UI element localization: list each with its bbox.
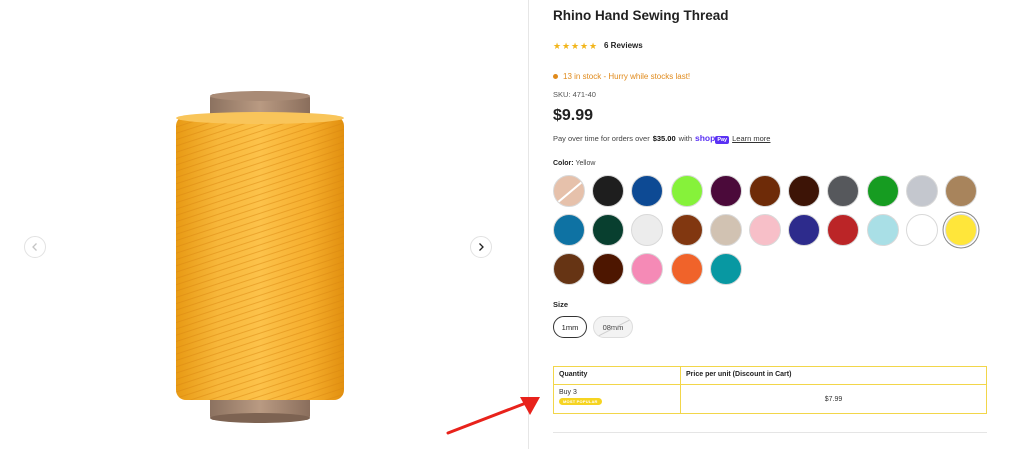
- color-swatch[interactable]: [671, 214, 703, 246]
- quantity-discount-table: Quantity Price per unit (Discount in Car…: [553, 366, 987, 414]
- star-icon: ★: [553, 40, 562, 51]
- stock-status: 13 in stock - Hurry while stocks last!: [553, 72, 690, 81]
- stock-dot-icon: [553, 74, 558, 79]
- color-swatch[interactable]: [749, 214, 781, 246]
- color-swatch[interactable]: [553, 253, 585, 285]
- color-swatch[interactable]: [631, 253, 663, 285]
- color-swatch[interactable]: [592, 175, 624, 207]
- color-swatch[interactable]: [553, 175, 585, 207]
- color-swatch[interactable]: [710, 214, 742, 246]
- color-swatch[interactable]: [867, 214, 899, 246]
- header-quantity: Quantity: [554, 367, 681, 384]
- color-swatch[interactable]: [592, 214, 624, 246]
- star-icon: ★: [562, 40, 571, 51]
- star-rating: ★ ★ ★ ★ ★: [553, 40, 598, 51]
- annotation-arrow-icon: [446, 397, 540, 435]
- color-swatch[interactable]: [827, 214, 859, 246]
- cell-price: $7.99: [824, 395, 843, 403]
- size-option-08mm[interactable]: 08mm: [593, 316, 633, 338]
- product-title: Rhino Hand Sewing Thread: [553, 8, 729, 23]
- sku: SKU: 471-40: [553, 90, 596, 99]
- star-icon: ★: [580, 40, 589, 51]
- column-divider: [528, 0, 529, 449]
- star-icon: ★: [589, 40, 598, 51]
- most-popular-badge: MOST POPULAR: [559, 398, 602, 405]
- shop-logo-text: shop: [695, 133, 716, 143]
- price: $9.99: [553, 107, 594, 124]
- color-swatch[interactable]: [788, 175, 820, 207]
- table-header-row: Quantity Price per unit (Discount in Car…: [554, 367, 986, 385]
- header-price: Price per unit (Discount in Cart): [686, 371, 792, 378]
- pay-badge: Pay: [715, 136, 730, 144]
- installments-message: Pay over time for orders over $35.00 wit…: [553, 133, 770, 144]
- unavailable-slash: [594, 317, 632, 337]
- color-swatch[interactable]: [749, 175, 781, 207]
- cell-quantity: Buy 3 MOST POPULAR: [554, 385, 681, 413]
- color-swatch[interactable]: [945, 214, 977, 246]
- color-swatch[interactable]: [945, 175, 977, 207]
- installments-amount: $35.00: [652, 133, 676, 143]
- color-label-key: Color:: [553, 160, 574, 167]
- color-label: Color: Yellow: [553, 160, 595, 167]
- product-gallery: [0, 0, 528, 449]
- color-swatch[interactable]: [592, 253, 624, 285]
- stock-text: 13 in stock - Hurry while stocks last!: [563, 72, 691, 81]
- unavailable-slash: [554, 178, 584, 206]
- section-divider: [553, 432, 987, 433]
- color-swatch[interactable]: [710, 175, 742, 207]
- product-info: Rhino Hand Sewing Thread ★ ★ ★ ★ ★ 6 Rev…: [553, 0, 993, 449]
- installments-prefix: Pay over time for orders over: [553, 133, 650, 143]
- color-swatch[interactable]: [671, 253, 703, 285]
- color-swatch[interactable]: [631, 175, 663, 207]
- color-swatch[interactable]: [671, 175, 703, 207]
- shop-pay-logo: shop Pay: [695, 133, 730, 144]
- quantity-value: Buy 3: [559, 389, 577, 396]
- installments-with: with: [678, 133, 692, 143]
- color-selected-value: Yellow: [575, 160, 596, 167]
- chevron-right-icon: [479, 243, 484, 251]
- gallery-next-button[interactable]: [470, 236, 492, 258]
- color-swatch[interactable]: [906, 214, 938, 246]
- color-swatch[interactable]: [710, 253, 742, 285]
- learn-more-link[interactable]: Learn more: [732, 134, 770, 143]
- rating[interactable]: ★ ★ ★ ★ ★ 6 Reviews: [553, 41, 643, 50]
- color-swatch[interactable]: [788, 214, 820, 246]
- size-option-1mm[interactable]: 1mm: [553, 316, 587, 338]
- gallery-prev-button[interactable]: [24, 236, 46, 258]
- star-icon: ★: [571, 40, 580, 51]
- size-label: Size: [553, 300, 569, 309]
- color-swatch[interactable]: [906, 175, 938, 207]
- color-swatch[interactable]: [553, 214, 585, 246]
- color-swatch[interactable]: [827, 175, 859, 207]
- chevron-left-icon: [32, 243, 37, 251]
- reviews-link[interactable]: 6 Reviews: [604, 41, 643, 50]
- color-swatch[interactable]: [631, 214, 663, 246]
- product-image[interactable]: [170, 88, 350, 424]
- color-swatch[interactable]: [867, 175, 899, 207]
- table-row[interactable]: Buy 3 MOST POPULAR $7.99: [554, 385, 986, 413]
